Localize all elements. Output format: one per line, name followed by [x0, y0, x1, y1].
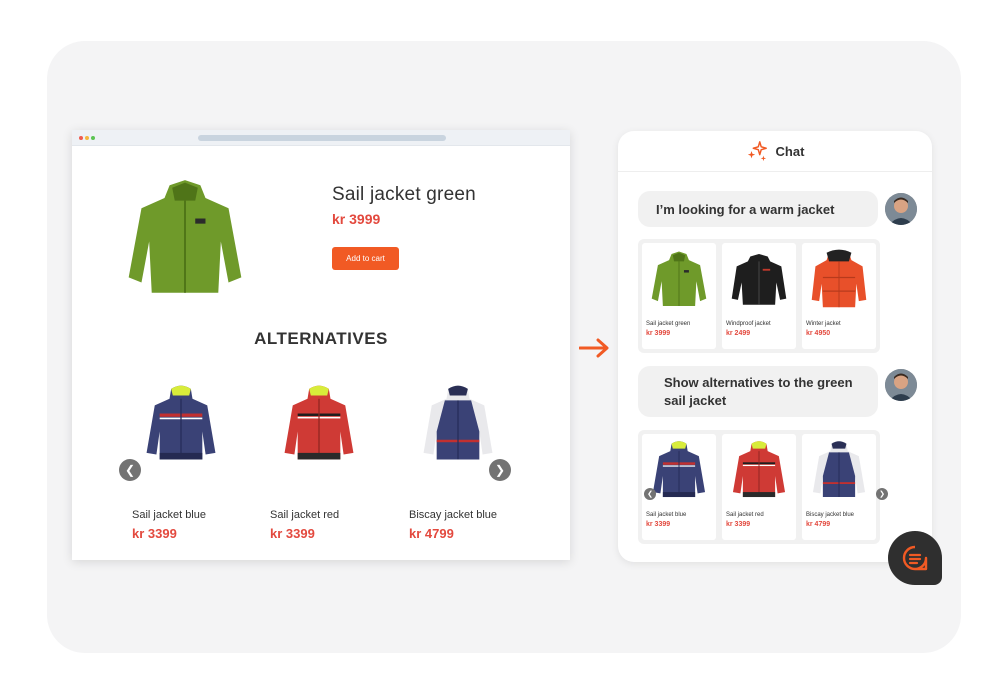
chat-results-list: Sail jacket blue kr 3399 Sail jacket red… [638, 430, 888, 544]
maximize-dot-icon[interactable] [91, 136, 95, 140]
chevron-right-icon: ❯ [879, 491, 885, 498]
chat-results-list: Sail jacket green kr 3999 Windproof jack… [638, 239, 880, 353]
alternative-name: Biscay jacket blue [409, 509, 498, 521]
alternative-image [278, 374, 360, 476]
result-image [808, 249, 870, 311]
alternative-card[interactable]: Sail jacket blue kr 3399 [132, 374, 242, 541]
result-image [728, 249, 790, 311]
arrow-right-icon [579, 338, 609, 358]
browser-window: Sail jacket green kr 3999 Add to cart AL… [72, 130, 570, 560]
add-to-cart-button[interactable]: Add to cart [332, 247, 399, 270]
user-avatar-icon [885, 193, 917, 225]
result-image [648, 249, 710, 311]
chat-panel: Chat I’m looking for a warm jacket Sail … [618, 131, 932, 562]
chat-title: Chat [775, 143, 805, 159]
chat-result-card[interactable]: Sail jacket red kr 3399 [722, 434, 796, 540]
product-image [120, 175, 250, 303]
result-image [808, 440, 870, 502]
result-price: kr 3399 [726, 521, 751, 528]
result-name: Sail jacket green [646, 321, 691, 327]
chat-carousel-next-button[interactable]: ❯ [876, 488, 888, 500]
alternative-name: Sail jacket blue [132, 509, 206, 521]
chat-result-card[interactable]: Windproof jacket kr 2499 [722, 243, 796, 349]
address-bar[interactable] [198, 135, 446, 141]
result-price: kr 4799 [806, 521, 831, 528]
alternatives-heading: ALTERNATIVES [254, 329, 388, 348]
result-name: Biscay jacket blue [806, 512, 855, 518]
result-price: kr 3999 [646, 330, 671, 337]
chat-carousel-prev-button[interactable]: ❮ [644, 488, 656, 500]
minimize-dot-icon[interactable] [85, 136, 89, 140]
message-text: I’m looking for a warm jacket [656, 201, 835, 217]
alternative-image [417, 374, 499, 476]
close-dot-icon[interactable] [79, 136, 83, 140]
chat-result-card[interactable]: Winter jacket kr 4950 [802, 243, 876, 349]
result-image [728, 440, 790, 502]
result-name: Sail jacket red [726, 512, 764, 518]
user-message: Show alternatives to the green sail jack… [638, 366, 878, 417]
result-price: kr 3399 [646, 521, 671, 528]
alternative-price: kr 4799 [409, 526, 454, 541]
result-price: kr 4950 [806, 330, 831, 337]
alternative-name: Sail jacket red [270, 509, 340, 521]
alternative-card[interactable]: Biscay jacket blue kr 4799 [409, 374, 519, 541]
chevron-left-icon: ❮ [647, 491, 653, 498]
avatar [885, 369, 917, 401]
result-name: Sail jacket blue [646, 512, 687, 518]
result-name: Winter jacket [806, 321, 841, 327]
alternative-price: kr 3399 [270, 526, 315, 541]
chevron-left-icon: ❮ [124, 463, 136, 477]
avatar [885, 193, 917, 225]
product-title: Sail jacket green [332, 184, 476, 205]
user-message: I’m looking for a warm jacket [638, 191, 878, 227]
chat-result-card[interactable]: Sail jacket green kr 3999 [642, 243, 716, 349]
alternative-card[interactable]: Sail jacket red kr 3399 [270, 374, 380, 541]
alternative-price: kr 3399 [132, 526, 177, 541]
alternative-image [140, 374, 222, 476]
chat-result-card[interactable]: Biscay jacket blue kr 4799 [802, 434, 876, 540]
message-text: Show alternatives to the green sail jack… [664, 374, 853, 408]
result-name: Windproof jacket [726, 321, 771, 327]
product-price: kr 3999 [332, 211, 381, 227]
result-price: kr 2499 [726, 330, 751, 337]
result-image [648, 440, 710, 502]
sparkle-icon [747, 141, 767, 162]
browser-toolbar [72, 130, 570, 146]
carousel-next-button[interactable]: ❯ [489, 459, 511, 481]
chat-bubble-icon [902, 545, 928, 571]
chat-result-card[interactable]: Sail jacket blue kr 3399 [642, 434, 716, 540]
chat-header: Chat [618, 131, 932, 172]
chat-launcher-button[interactable] [888, 531, 942, 585]
chevron-right-icon: ❯ [494, 463, 506, 477]
user-avatar-icon [885, 369, 917, 401]
carousel-prev-button[interactable]: ❮ [119, 459, 141, 481]
